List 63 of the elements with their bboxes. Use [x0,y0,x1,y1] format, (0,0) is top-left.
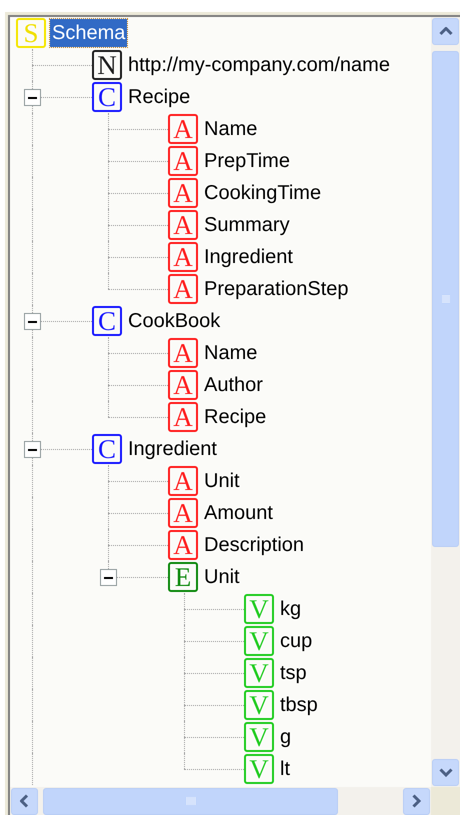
value-icon: V [244,658,274,688]
vertical-scrollbar[interactable] [431,17,460,788]
tree-node-label[interactable]: PreparationStep [202,275,351,303]
attribute-icon: A [168,114,198,144]
tree-node-label[interactable]: Recipe [202,403,268,431]
attribute-icon: A [168,370,198,400]
scrollbar-thumb[interactable] [432,51,459,547]
attribute-icon: A [168,274,198,304]
tree-node-label[interactable]: cup [278,627,314,655]
tree-node-label[interactable]: Name [202,339,260,367]
scroll-right-button[interactable] [403,788,430,815]
tree-node-label[interactable]: kg [278,595,304,623]
grip-icon [440,294,450,304]
tree-node-label[interactable]: Unit [202,563,242,591]
tree-node-label[interactable]: http://my-company.com/name [126,51,392,79]
collapse-toggle[interactable] [24,313,41,330]
class-icon: C [92,306,122,336]
value-icon: V [244,754,274,784]
tree-node-label[interactable]: CookBook [126,307,222,335]
tree-node-label[interactable]: Ingredient [202,243,295,271]
collapse-toggle[interactable] [24,441,41,458]
attribute-icon: A [168,242,198,272]
value-icon: V [244,594,274,624]
attribute-icon: A [168,466,198,496]
class-icon: C [92,434,122,464]
tree-node-label[interactable]: tsp [278,659,309,687]
tree-node-label[interactable]: Recipe [126,83,192,111]
grip-icon [184,796,196,806]
tree-node-label[interactable]: tbsp [278,691,320,719]
tree-node-label[interactable]: PrepTime [202,147,292,175]
tree-node-label[interactable]: CookingTime [202,179,324,207]
class-icon: C [92,82,122,112]
tree-node-label[interactable]: Description [202,531,306,559]
value-icon: V [244,722,274,752]
scroll-down-button[interactable] [432,759,459,786]
value-icon: V [244,690,274,720]
tree-node-label[interactable]: Summary [202,211,292,239]
tree-node-label[interactable]: Ingredient [126,435,219,463]
attribute-icon: A [168,338,198,368]
scroll-up-button[interactable] [432,18,459,45]
tree-node-label[interactable]: lt [278,755,292,783]
attribute-icon: A [168,402,198,432]
scrollbar-thumb[interactable] [43,788,338,815]
namespace-icon: N [92,50,122,80]
attribute-icon: A [168,146,198,176]
tree-node-label[interactable]: Unit [202,467,242,495]
scrollbar-corner [431,787,460,815]
tree-node-label[interactable]: Amount [202,499,275,527]
schema-icon: S [16,18,46,48]
attribute-icon: A [168,498,198,528]
scroll-left-button[interactable] [11,788,38,815]
tree-node-label[interactable]: Name [202,115,260,143]
attribute-icon: A [168,178,198,208]
enumeration-icon: E [168,562,198,592]
attribute-icon: A [168,530,198,560]
tree-node-label[interactable]: g [278,723,294,751]
horizontal-scrollbar[interactable] [10,787,431,815]
attribute-icon: A [168,210,198,240]
collapse-toggle[interactable] [24,89,41,106]
value-icon: V [244,626,274,656]
tree-node-label[interactable]: Schema [50,19,128,47]
tree-node-label[interactable]: Author [202,371,265,399]
collapse-toggle[interactable] [100,569,117,586]
